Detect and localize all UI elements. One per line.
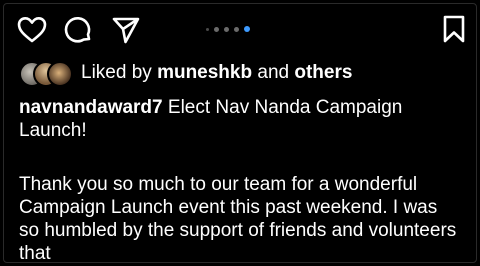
liker-avatars[interactable] [19, 61, 77, 87]
likes-row: Liked by muneshkb and others [19, 60, 352, 87]
likes-others-link[interactable]: others [294, 62, 352, 83]
avatar [47, 61, 73, 87]
carousel-dot [234, 26, 239, 32]
carousel-dot [206, 27, 209, 31]
carousel-indicator [206, 26, 250, 32]
heart-icon[interactable] [17, 16, 47, 44]
likes-prefix: Liked by [81, 62, 152, 83]
bookmark-icon[interactable] [441, 14, 467, 44]
likes-conjunction: and [257, 62, 290, 83]
carousel-dot-active [244, 26, 250, 32]
share-icon[interactable] [111, 15, 141, 45]
caption-body: Thank you so much to our team for a wond… [19, 174, 457, 264]
post-caption: navnandaward7 Elect Nav Nanda Campaign L… [19, 96, 459, 142]
post-action-bar [0, 14, 480, 50]
liker-username[interactable]: muneshkb [157, 62, 252, 83]
caption-username[interactable]: navnandaward7 [19, 97, 163, 118]
likes-summary[interactable]: Liked by muneshkb and others [81, 61, 352, 85]
carousel-dot [214, 26, 219, 32]
carousel-dot [224, 26, 229, 32]
comment-icon[interactable] [63, 15, 93, 45]
